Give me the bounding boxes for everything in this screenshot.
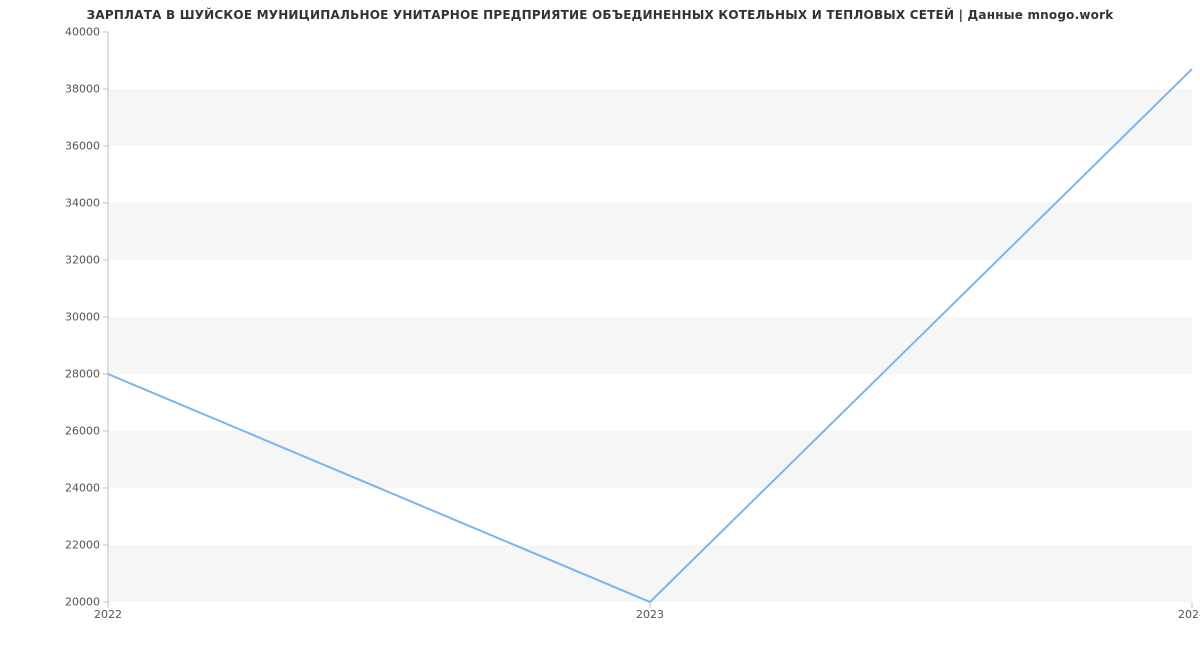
grid-band (108, 545, 1192, 602)
grid-band (108, 203, 1192, 260)
x-tick-label: 2024 (1178, 608, 1200, 621)
y-tick-label: 28000 (65, 368, 100, 381)
y-tick-label: 36000 (65, 140, 100, 153)
y-tick-label: 38000 (65, 83, 100, 96)
y-tick-marks (103, 32, 108, 602)
y-tick-label: 20000 (65, 596, 100, 609)
y-tick-label: 24000 (65, 482, 100, 495)
grid-bands (108, 32, 1192, 602)
chart-title: ЗАРПЛАТА В ШУЙСКОЕ МУНИЦИПАЛЬНОЕ УНИТАРН… (0, 8, 1200, 22)
y-tick-label: 30000 (65, 311, 100, 324)
x-tick-label: 2023 (636, 608, 664, 621)
grid-band (108, 431, 1192, 488)
y-tick-label: 22000 (65, 539, 100, 552)
grid-band (108, 89, 1192, 146)
y-tick-label: 26000 (65, 425, 100, 438)
chart-container: ЗАРПЛАТА В ШУЙСКОЕ МУНИЦИПАЛЬНОЕ УНИТАРН… (0, 0, 1200, 650)
y-tick-label: 40000 (65, 26, 100, 39)
grid-band (108, 260, 1192, 317)
plot-area: 2000022000240002600028000300003200034000… (108, 32, 1192, 602)
chart-svg (108, 32, 1192, 602)
grid-band (108, 374, 1192, 431)
grid-band (108, 488, 1192, 545)
grid-band (108, 32, 1192, 89)
x-tick-label: 2022 (94, 608, 122, 621)
grid-band (108, 317, 1192, 374)
y-tick-label: 34000 (65, 197, 100, 210)
grid-band (108, 146, 1192, 203)
y-tick-label: 32000 (65, 254, 100, 267)
